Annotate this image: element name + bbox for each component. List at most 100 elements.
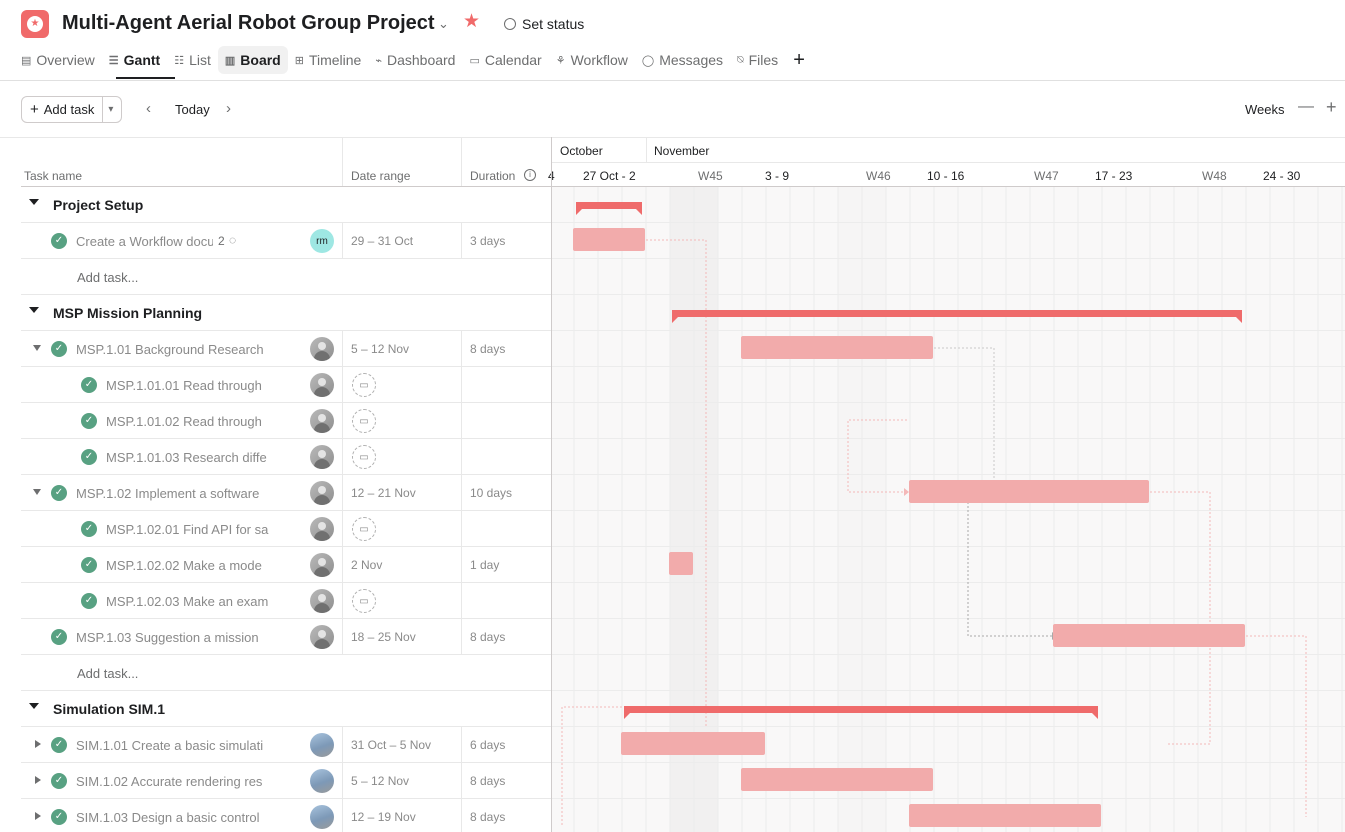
task-bar[interactable] [573, 228, 645, 251]
task-name[interactable]: MSP.1.01.03 Research diffe [106, 450, 271, 465]
set-status-button[interactable]: Set status [504, 16, 584, 32]
date-range-cell[interactable]: 31 Oct – 5 Nov [351, 738, 431, 752]
expand-subtasks-icon[interactable] [33, 489, 41, 495]
add-tab-button[interactable]: + [785, 49, 813, 72]
task-bar[interactable] [741, 336, 933, 359]
duration-cell[interactable]: 8 days [470, 630, 505, 644]
task-bar[interactable] [909, 804, 1101, 827]
task-bar[interactable] [669, 552, 693, 575]
expand-subtasks-icon[interactable] [35, 740, 41, 748]
duration-cell[interactable]: 8 days [470, 774, 505, 788]
avatar[interactable] [310, 589, 334, 613]
completed-check-icon[interactable]: ✓ [81, 377, 97, 393]
column-header-date-range[interactable]: Date range [351, 169, 410, 183]
task-row[interactable]: ✓ MSP.1.02 Implement a software 12 – 21 … [21, 475, 551, 511]
task-row[interactable]: ✓ MSP.1.03 Suggestion a mission 18 – 25 … [21, 619, 551, 655]
task-name[interactable]: SIM.1.02 Accurate rendering res [76, 774, 271, 789]
date-range-cell[interactable]: 18 – 25 Nov [351, 630, 416, 644]
column-header-task-name[interactable]: Task name [24, 169, 82, 183]
chevron-down-icon[interactable]: ⌄ [438, 16, 449, 32]
collapse-toggle-icon[interactable] [29, 199, 39, 205]
expand-subtasks-icon[interactable] [35, 776, 41, 784]
duration-cell[interactable]: 8 days [470, 342, 505, 356]
collapse-toggle-icon[interactable] [29, 307, 39, 313]
add-task-dropdown-icon[interactable]: ▾ [103, 104, 118, 115]
task-row[interactable]: ✓ MSP.1.01 Background Research 5 – 12 No… [21, 331, 551, 367]
avatar[interactable] [310, 337, 334, 361]
avatar[interactable] [310, 733, 334, 757]
completed-check-icon[interactable]: ✓ [81, 593, 97, 609]
avatar[interactable] [310, 517, 334, 541]
tab-workflow[interactable]: ⚘ Workflow [549, 46, 635, 74]
calendar-icon[interactable]: ▭ [352, 445, 376, 469]
tab-list[interactable]: ☷ List [167, 46, 218, 74]
section-name[interactable]: Simulation SIM.1 [53, 701, 165, 717]
completed-check-icon[interactable]: ✓ [51, 809, 67, 825]
date-range-cell[interactable]: 12 – 19 Nov [351, 810, 416, 824]
duration-cell[interactable]: 6 days [470, 738, 505, 752]
tab-gantt[interactable]: ☰ Gantt [102, 46, 167, 74]
panel-divider[interactable] [551, 137, 552, 832]
date-range-cell[interactable]: 2 Nov [351, 558, 382, 572]
tab-board[interactable]: ▥ Board [217, 46, 288, 74]
completed-check-icon[interactable]: ✓ [51, 233, 67, 249]
task-name[interactable]: MSP.1.01.01 Read through [106, 378, 271, 393]
subtask-row[interactable]: ✓ MSP.1.02.03 Make an exam ▭ [21, 583, 551, 619]
add-task-link[interactable]: Add task... [77, 270, 138, 285]
calendar-icon[interactable]: ▭ [352, 517, 376, 541]
avatar[interactable] [310, 409, 334, 433]
avatar[interactable] [310, 625, 334, 649]
subtask-row[interactable]: ✓ MSP.1.01.01 Read through ▭ [21, 367, 551, 403]
tab-messages[interactable]: ◯ Messages [635, 46, 730, 74]
add-task-link[interactable]: Add task... [77, 666, 138, 681]
duration-cell[interactable]: 8 days [470, 810, 505, 824]
section-row[interactable]: Simulation SIM.1 [21, 691, 551, 727]
section-row[interactable]: Project Setup [21, 187, 551, 223]
task-name[interactable]: MSP.1.02 Implement a software [76, 486, 271, 501]
task-row[interactable]: ✓ SIM.1.02 Accurate rendering res 5 – 12… [21, 763, 551, 799]
chevron-left-icon[interactable]: ‹ [146, 100, 151, 117]
task-name[interactable]: MSP.1.03 Suggestion a mission [76, 630, 271, 645]
task-name[interactable]: MSP.1.02.01 Find API for sa [106, 522, 271, 537]
expand-subtasks-icon[interactable] [33, 345, 41, 351]
task-row[interactable]: ✓ SIM.1.01 Create a basic simulati 31 Oc… [21, 727, 551, 763]
tab-dashboard[interactable]: ⌁ Dashboard [368, 46, 462, 74]
tab-calendar[interactable]: ▭ Calendar [462, 46, 548, 74]
avatar[interactable]: rm [310, 229, 334, 253]
info-icon[interactable]: i [524, 169, 536, 181]
calendar-icon[interactable]: ▭ [352, 373, 376, 397]
task-bar[interactable] [621, 732, 765, 755]
completed-check-icon[interactable]: ✓ [81, 413, 97, 429]
date-range-cell[interactable]: 29 – 31 Oct [351, 234, 413, 248]
avatar[interactable] [310, 553, 334, 577]
tab-overview[interactable]: ▤ Overview [14, 46, 102, 74]
completed-check-icon[interactable]: ✓ [81, 521, 97, 537]
task-bar[interactable] [909, 480, 1149, 503]
subtask-row[interactable]: ✓ MSP.1.01.03 Research diffe ▭ [21, 439, 551, 475]
task-name[interactable]: MSP.1.02.03 Make an exam [106, 594, 271, 609]
date-range-cell[interactable]: 5 – 12 Nov [351, 774, 409, 788]
date-range-cell[interactable]: 5 – 12 Nov [351, 342, 409, 356]
task-name[interactable]: SIM.1.01 Create a basic simulati [76, 738, 271, 753]
duration-cell[interactable]: 3 days [470, 234, 505, 248]
section-name[interactable]: MSP Mission Planning [53, 305, 202, 321]
completed-check-icon[interactable]: ✓ [51, 485, 67, 501]
completed-check-icon[interactable]: ✓ [81, 449, 97, 465]
task-name[interactable]: SIM.1.03 Design a basic control [76, 810, 271, 825]
tab-timeline[interactable]: ⊞ Timeline [288, 46, 369, 74]
expand-subtasks-icon[interactable] [35, 812, 41, 820]
completed-check-icon[interactable]: ✓ [51, 629, 67, 645]
completed-check-icon[interactable]: ✓ [51, 737, 67, 753]
completed-check-icon[interactable]: ✓ [81, 557, 97, 573]
tab-files[interactable]: ⍉ Files [730, 46, 785, 74]
zoom-in-icon[interactable]: + [1326, 97, 1337, 118]
section-name[interactable]: Project Setup [53, 197, 143, 213]
add-task-row[interactable]: Add task... [21, 259, 551, 295]
task-row[interactable]: ✓ SIM.1.03 Design a basic control 12 – 1… [21, 799, 551, 832]
star-icon[interactable]: ★ [463, 12, 480, 31]
task-name[interactable]: MSP.1.02.02 Make a mode [106, 558, 271, 573]
add-task-button[interactable]: + Add task [22, 97, 104, 122]
collapse-toggle-icon[interactable] [29, 703, 39, 709]
completed-check-icon[interactable]: ✓ [51, 773, 67, 789]
add-task-row[interactable]: Add task... [21, 655, 551, 691]
